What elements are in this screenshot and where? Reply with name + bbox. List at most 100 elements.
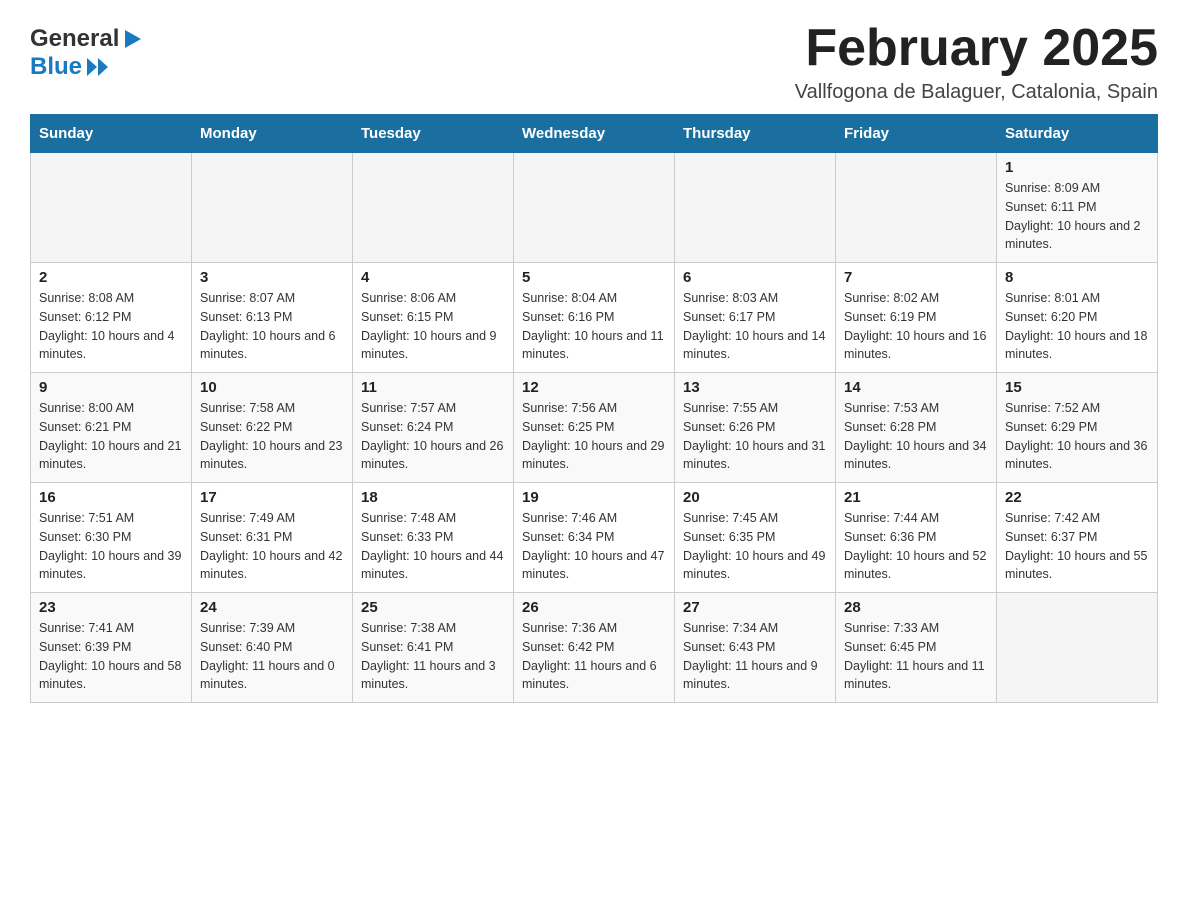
calendar-cell (192, 153, 353, 263)
calendar-cell: 11 Sunrise: 7:57 AMSunset: 6:24 PMDayligh… (353, 373, 514, 483)
calendar-cell: 21 Sunrise: 7:44 AMSunset: 6:36 PMDayligh… (836, 483, 997, 593)
logo: General Blue (30, 20, 143, 81)
day-info: Sunrise: 7:45 AMSunset: 6:35 PMDaylight:… (683, 509, 827, 584)
day-number: 13 (683, 379, 827, 396)
day-number: 10 (200, 379, 344, 396)
day-info: Sunrise: 7:56 AMSunset: 6:25 PMDaylight:… (522, 399, 666, 474)
day-number: 5 (522, 269, 666, 286)
calendar-cell: 28Sunrise: 7:33 AMSunset: 6:45 PMDayligh… (836, 593, 997, 703)
day-number: 11 (361, 379, 505, 396)
day-number: 28 (844, 599, 988, 616)
day-info: Sunrise: 7:41 AMSunset: 6:39 PMDaylight:… (39, 619, 183, 694)
day-number: 1 (1005, 159, 1149, 176)
day-info: Sunrise: 7:48 AMSunset: 6:33 PMDaylight:… (361, 509, 505, 584)
calendar-cell (836, 153, 997, 263)
calendar-cell: 1 Sunrise: 8:09 AMSunset: 6:11 PMDaylight… (997, 153, 1158, 263)
day-info: Sunrise: 8:06 AMSunset: 6:15 PMDaylight:… (361, 289, 505, 364)
calendar-cell: 26Sunrise: 7:36 AMSunset: 6:42 PMDayligh… (514, 593, 675, 703)
calendar-cell: 6 Sunrise: 8:03 AMSunset: 6:17 PMDaylight… (675, 263, 836, 373)
calendar-cell: 4 Sunrise: 8:06 AMSunset: 6:15 PMDaylight… (353, 263, 514, 373)
day-info: Sunrise: 8:07 AMSunset: 6:13 PMDaylight:… (200, 289, 344, 364)
day-number: 15 (1005, 379, 1149, 396)
day-number: 4 (361, 269, 505, 286)
day-info: Sunrise: 8:08 AMSunset: 6:12 PMDaylight:… (39, 289, 183, 364)
calendar-cell: 5 Sunrise: 8:04 AMSunset: 6:16 PMDaylight… (514, 263, 675, 373)
day-number: 9 (39, 379, 183, 396)
day-info: Sunrise: 7:53 AMSunset: 6:28 PMDaylight:… (844, 399, 988, 474)
day-number: 2 (39, 269, 183, 286)
calendar-cell: 13 Sunrise: 7:55 AMSunset: 6:26 PMDayligh… (675, 373, 836, 483)
day-number: 17 (200, 489, 344, 506)
calendar-cell: 14 Sunrise: 7:53 AMSunset: 6:28 PMDayligh… (836, 373, 997, 483)
weekday-header-monday: Monday (192, 115, 353, 153)
weekday-header-saturday: Saturday (997, 115, 1158, 153)
day-number: 23 (39, 599, 183, 616)
day-number: 27 (683, 599, 827, 616)
weekday-header-tuesday: Tuesday (353, 115, 514, 153)
calendar-cell: 9 Sunrise: 8:00 AMSunset: 6:21 PMDaylight… (31, 373, 192, 483)
day-info: Sunrise: 7:49 AMSunset: 6:31 PMDaylight:… (200, 509, 344, 584)
day-info: Sunrise: 7:44 AMSunset: 6:36 PMDaylight:… (844, 509, 988, 584)
day-info: Sunrise: 7:51 AMSunset: 6:30 PMDaylight:… (39, 509, 183, 584)
day-number: 18 (361, 489, 505, 506)
calendar-cell: 16 Sunrise: 7:51 AMSunset: 6:30 PMDayligh… (31, 483, 192, 593)
month-title: February 2025 (795, 20, 1158, 77)
weekday-header-friday: Friday (836, 115, 997, 153)
day-info: Sunrise: 7:57 AMSunset: 6:24 PMDaylight:… (361, 399, 505, 474)
calendar-cell: 27Sunrise: 7:34 AMSunset: 6:43 PMDayligh… (675, 593, 836, 703)
day-info: Sunrise: 8:00 AMSunset: 6:21 PMDaylight:… (39, 399, 183, 474)
logo-blue-text: Blue (30, 53, 82, 81)
calendar-week-row: 1 Sunrise: 8:09 AMSunset: 6:11 PMDaylight… (31, 153, 1158, 263)
calendar-cell: 10 Sunrise: 7:58 AMSunset: 6:22 PMDayligh… (192, 373, 353, 483)
day-number: 25 (361, 599, 505, 616)
calendar-cell (31, 153, 192, 263)
calendar-cell (675, 153, 836, 263)
day-number: 26 (522, 599, 666, 616)
logo-chevrons-icon (85, 56, 111, 78)
day-info: Sunrise: 7:38 AMSunset: 6:41 PMDaylight:… (361, 619, 505, 694)
calendar-cell: 20 Sunrise: 7:45 AMSunset: 6:35 PMDayligh… (675, 483, 836, 593)
weekday-header-thursday: Thursday (675, 115, 836, 153)
day-info: Sunrise: 7:55 AMSunset: 6:26 PMDaylight:… (683, 399, 827, 474)
day-info: Sunrise: 7:58 AMSunset: 6:22 PMDaylight:… (200, 399, 344, 474)
calendar-cell (514, 153, 675, 263)
day-number: 7 (844, 269, 988, 286)
calendar-week-row: 2 Sunrise: 8:08 AMSunset: 6:12 PMDaylight… (31, 263, 1158, 373)
day-info: Sunrise: 7:42 AMSunset: 6:37 PMDaylight:… (1005, 509, 1149, 584)
day-number: 20 (683, 489, 827, 506)
calendar-cell: 7 Sunrise: 8:02 AMSunset: 6:19 PMDaylight… (836, 263, 997, 373)
calendar-cell: 24Sunrise: 7:39 AMSunset: 6:40 PMDayligh… (192, 593, 353, 703)
calendar-cell (353, 153, 514, 263)
day-info: Sunrise: 8:03 AMSunset: 6:17 PMDaylight:… (683, 289, 827, 364)
day-number: 6 (683, 269, 827, 286)
logo-general-text: General (30, 25, 119, 53)
day-info: Sunrise: 7:46 AMSunset: 6:34 PMDaylight:… (522, 509, 666, 584)
page-header: General Blue February 2025 Vallfogona de… (30, 20, 1158, 104)
day-info: Sunrise: 8:04 AMSunset: 6:16 PMDaylight:… (522, 289, 666, 364)
calendar-cell: 23 Sunrise: 7:41 AMSunset: 6:39 PMDayligh… (31, 593, 192, 703)
calendar-cell: 8Sunrise: 8:01 AMSunset: 6:20 PMDaylight… (997, 263, 1158, 373)
day-number: 21 (844, 489, 988, 506)
calendar-cell: 12Sunrise: 7:56 AMSunset: 6:25 PMDayligh… (514, 373, 675, 483)
day-info: Sunrise: 8:02 AMSunset: 6:19 PMDaylight:… (844, 289, 988, 364)
day-number: 14 (844, 379, 988, 396)
calendar-cell: 15 Sunrise: 7:52 AMSunset: 6:29 PMDayligh… (997, 373, 1158, 483)
logo-arrow-icon (121, 28, 143, 50)
day-number: 24 (200, 599, 344, 616)
calendar-cell: 17 Sunrise: 7:49 AMSunset: 6:31 PMDayligh… (192, 483, 353, 593)
day-info: Sunrise: 8:01 AMSunset: 6:20 PMDaylight:… (1005, 289, 1149, 364)
calendar-week-row: 16 Sunrise: 7:51 AMSunset: 6:30 PMDayligh… (31, 483, 1158, 593)
day-info: Sunrise: 7:52 AMSunset: 6:29 PMDaylight:… (1005, 399, 1149, 474)
day-number: 16 (39, 489, 183, 506)
day-info: Sunrise: 8:09 AMSunset: 6:11 PMDaylight:… (1005, 179, 1149, 254)
calendar-cell: 3Sunrise: 8:07 AMSunset: 6:13 PMDaylight… (192, 263, 353, 373)
calendar-header-row: SundayMondayTuesdayWednesdayThursdayFrid… (31, 115, 1158, 153)
calendar-table: SundayMondayTuesdayWednesdayThursdayFrid… (30, 114, 1158, 703)
calendar-cell: 22Sunrise: 7:42 AMSunset: 6:37 PMDayligh… (997, 483, 1158, 593)
calendar-cell: 2 Sunrise: 8:08 AMSunset: 6:12 PMDaylight… (31, 263, 192, 373)
location-subtitle: Vallfogona de Balaguer, Catalonia, Spain (795, 81, 1158, 104)
calendar-cell: 19Sunrise: 7:46 AMSunset: 6:34 PMDayligh… (514, 483, 675, 593)
calendar-cell: 18 Sunrise: 7:48 AMSunset: 6:33 PMDayligh… (353, 483, 514, 593)
title-block: February 2025 Vallfogona de Balaguer, Ca… (795, 20, 1158, 104)
calendar-week-row: 23 Sunrise: 7:41 AMSunset: 6:39 PMDayligh… (31, 593, 1158, 703)
